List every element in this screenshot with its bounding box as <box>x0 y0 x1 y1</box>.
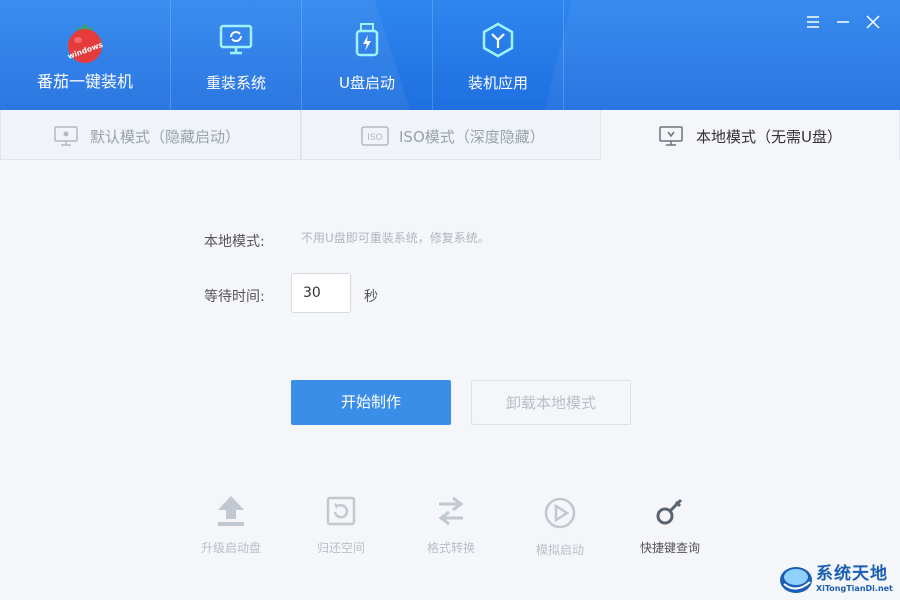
nav-label: 装机应用 <box>467 74 528 92</box>
tool-label: 升级启动盘 <box>200 541 261 555</box>
start-button[interactable]: 开始制作 <box>291 380 451 425</box>
nav-install-apps[interactable]: 装机应用 <box>432 0 563 110</box>
iso-icon: ISO <box>361 126 389 146</box>
iso-icon-text: ISO <box>367 133 382 143</box>
watermark: 系统天地 XiTongTianDi.net <box>778 558 900 600</box>
tool-label: 归还空间 <box>316 541 365 555</box>
wait-time-unit: 秒 <box>364 289 378 305</box>
nav-divider <box>563 0 564 110</box>
minimize-icon[interactable] <box>833 12 853 32</box>
play-circle-icon <box>544 497 576 529</box>
close-icon[interactable] <box>863 12 883 32</box>
tool-upgrade-boot-disk[interactable]: 升级启动盘 <box>186 494 276 564</box>
tab-iso-mode[interactable]: ISO ISO模式（深度隐藏） <box>301 110 601 160</box>
tool-label: 格式转换 <box>426 541 475 555</box>
wait-time-input[interactable] <box>291 273 351 313</box>
tomato-logo-icon: windows <box>66 23 104 63</box>
app-title: 番茄一键装机 <box>36 72 133 91</box>
app-hexagon-icon <box>482 22 514 58</box>
tab-label: 本地模式（无需U盘） <box>696 128 842 146</box>
watermark-title: 系统天地 <box>816 564 888 584</box>
nav-usb-boot[interactable]: U盘启动 <box>301 0 432 110</box>
tool-restore-space[interactable]: 归还空间 <box>296 494 386 564</box>
local-mode-description: 不用U盘即可重装系统，修复系统。 <box>301 231 490 245</box>
nav-label: U盘启动 <box>339 74 395 92</box>
monitor-icon <box>54 126 78 146</box>
menu-icon[interactable] <box>803 12 823 32</box>
tool-shortcut-query[interactable]: 快捷键查询 <box>625 494 715 564</box>
watermark-url: XiTongTianDi.net <box>816 584 893 593</box>
tool-simulate-boot[interactable]: 模拟启动 <box>515 496 605 566</box>
usb-drive-icon <box>355 23 379 57</box>
wait-time-label: 等待时间: <box>204 289 265 305</box>
tool-format-convert[interactable]: 格式转换 <box>406 494 496 564</box>
nav-label: 重装系统 <box>205 74 266 92</box>
tab-default-mode[interactable]: 默认模式（隐藏启动） <box>0 110 301 160</box>
upload-arrow-icon <box>218 496 244 526</box>
local-mode-label: 本地模式: <box>204 234 265 250</box>
watermark-logo-icon <box>780 567 812 593</box>
monitor-refresh-icon <box>219 24 253 55</box>
tab-label: 默认模式（隐藏启动） <box>90 128 241 146</box>
monitor-icon <box>659 126 683 146</box>
tab-label: ISO模式（深度隐藏） <box>399 128 545 146</box>
brand: windows 番茄一键装机 <box>0 0 170 110</box>
restore-icon <box>326 496 356 526</box>
swap-arrows-icon <box>438 496 464 526</box>
tab-local-mode[interactable]: 本地模式（无需U盘） <box>600 110 900 160</box>
tool-label: 快捷键查询 <box>639 541 700 555</box>
nav-reinstall-system[interactable]: 重装系统 <box>170 0 301 110</box>
tool-label: 模拟启动 <box>535 543 584 557</box>
uninstall-local-mode-button[interactable]: 卸载本地模式 <box>471 380 631 425</box>
key-icon <box>656 498 683 525</box>
app-header: windows 番茄一键装机 重装系统 U盘启动 装机应用 <box>0 0 900 110</box>
mode-tabs: 默认模式（隐藏启动） ISO ISO模式（深度隐藏） 本地模式（无需U盘） <box>0 110 900 160</box>
